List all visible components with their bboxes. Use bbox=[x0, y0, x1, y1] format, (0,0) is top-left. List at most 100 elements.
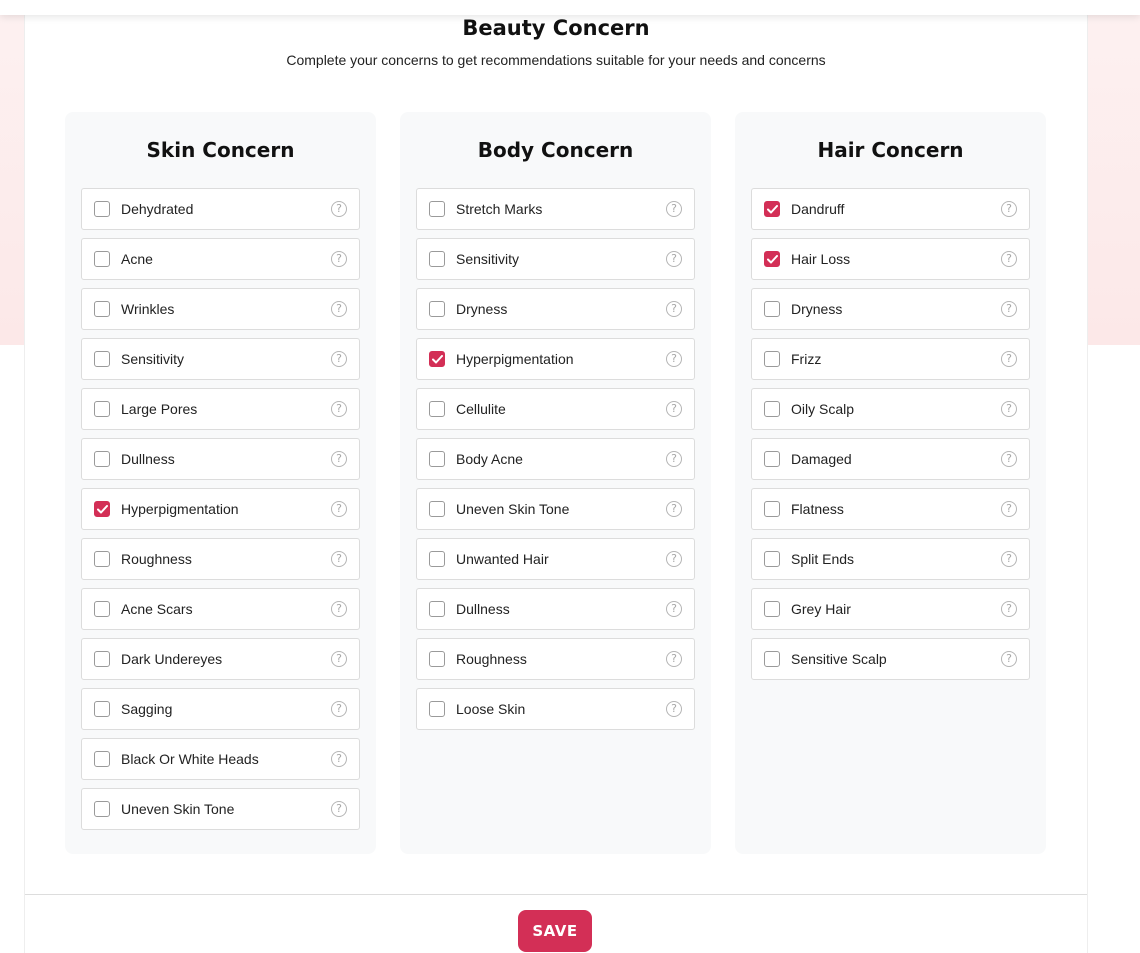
question-circle-icon[interactable]: ? bbox=[331, 301, 347, 317]
question-circle-icon[interactable]: ? bbox=[1001, 301, 1017, 317]
concern-option-cellulite[interactable]: Cellulite? bbox=[416, 388, 695, 430]
concern-option-flatness[interactable]: Flatness? bbox=[751, 488, 1030, 530]
concern-option-dullness[interactable]: Dullness? bbox=[81, 438, 360, 480]
checkbox[interactable] bbox=[764, 651, 780, 667]
question-circle-icon[interactable]: ? bbox=[1001, 501, 1017, 517]
checkbox[interactable] bbox=[94, 551, 110, 567]
checkbox[interactable] bbox=[429, 301, 445, 317]
concern-option-acne-scars[interactable]: Acne Scars? bbox=[81, 588, 360, 630]
checkbox[interactable] bbox=[94, 201, 110, 217]
question-circle-icon[interactable]: ? bbox=[331, 451, 347, 467]
concern-option-dryness[interactable]: Dryness? bbox=[416, 288, 695, 330]
checkbox[interactable] bbox=[764, 401, 780, 417]
save-button[interactable]: SAVE bbox=[518, 910, 592, 952]
question-circle-icon[interactable]: ? bbox=[331, 251, 347, 267]
checkbox[interactable] bbox=[429, 401, 445, 417]
question-circle-icon[interactable]: ? bbox=[331, 701, 347, 717]
checkbox[interactable] bbox=[429, 351, 445, 367]
checkbox[interactable] bbox=[429, 601, 445, 617]
question-circle-icon[interactable]: ? bbox=[1001, 451, 1017, 467]
question-circle-icon[interactable]: ? bbox=[666, 701, 682, 717]
checkbox[interactable] bbox=[429, 651, 445, 667]
concern-option-black-or-white-heads[interactable]: Black Or White Heads? bbox=[81, 738, 360, 780]
concern-option-dandruff[interactable]: Dandruff? bbox=[751, 188, 1030, 230]
checkbox[interactable] bbox=[94, 751, 110, 767]
checkbox[interactable] bbox=[764, 501, 780, 517]
question-circle-icon[interactable]: ? bbox=[666, 651, 682, 667]
concern-option-oily-scalp[interactable]: Oily Scalp? bbox=[751, 388, 1030, 430]
question-circle-icon[interactable]: ? bbox=[1001, 401, 1017, 417]
question-circle-icon[interactable]: ? bbox=[331, 651, 347, 667]
checkbox[interactable] bbox=[94, 701, 110, 717]
question-circle-icon[interactable]: ? bbox=[331, 751, 347, 767]
question-circle-icon[interactable]: ? bbox=[666, 301, 682, 317]
checkbox[interactable] bbox=[429, 701, 445, 717]
checkbox[interactable] bbox=[94, 601, 110, 617]
question-circle-icon[interactable]: ? bbox=[1001, 601, 1017, 617]
checkbox[interactable] bbox=[764, 301, 780, 317]
concern-option-sagging[interactable]: Sagging? bbox=[81, 688, 360, 730]
concern-option-hyperpigmentation[interactable]: Hyperpigmentation? bbox=[81, 488, 360, 530]
checkbox[interactable] bbox=[429, 451, 445, 467]
question-circle-icon[interactable]: ? bbox=[1001, 551, 1017, 567]
checkbox[interactable] bbox=[94, 801, 110, 817]
checkbox[interactable] bbox=[764, 351, 780, 367]
checkbox[interactable] bbox=[764, 601, 780, 617]
question-circle-icon[interactable]: ? bbox=[1001, 651, 1017, 667]
question-circle-icon[interactable]: ? bbox=[666, 501, 682, 517]
concern-option-sensitive-scalp[interactable]: Sensitive Scalp? bbox=[751, 638, 1030, 680]
concern-option-split-ends[interactable]: Split Ends? bbox=[751, 538, 1030, 580]
concern-option-dryness[interactable]: Dryness? bbox=[751, 288, 1030, 330]
checkbox[interactable] bbox=[764, 451, 780, 467]
question-circle-icon[interactable]: ? bbox=[331, 351, 347, 367]
question-circle-icon[interactable]: ? bbox=[331, 501, 347, 517]
checkbox[interactable] bbox=[94, 401, 110, 417]
concern-option-hair-loss[interactable]: Hair Loss? bbox=[751, 238, 1030, 280]
checkbox[interactable] bbox=[94, 451, 110, 467]
checkbox[interactable] bbox=[764, 201, 780, 217]
checkbox[interactable] bbox=[429, 201, 445, 217]
checkbox[interactable] bbox=[94, 501, 110, 517]
concern-option-sensitivity[interactable]: Sensitivity? bbox=[416, 238, 695, 280]
concern-option-hyperpigmentation[interactable]: Hyperpigmentation? bbox=[416, 338, 695, 380]
question-circle-icon[interactable]: ? bbox=[666, 551, 682, 567]
checkbox[interactable] bbox=[764, 251, 780, 267]
question-circle-icon[interactable]: ? bbox=[666, 601, 682, 617]
question-circle-icon[interactable]: ? bbox=[331, 601, 347, 617]
concern-option-roughness[interactable]: Roughness? bbox=[416, 638, 695, 680]
concern-option-damaged[interactable]: Damaged? bbox=[751, 438, 1030, 480]
concern-option-uneven-skin-tone[interactable]: Uneven Skin Tone? bbox=[416, 488, 695, 530]
concern-option-body-acne[interactable]: Body Acne? bbox=[416, 438, 695, 480]
checkbox[interactable] bbox=[764, 551, 780, 567]
question-circle-icon[interactable]: ? bbox=[1001, 351, 1017, 367]
concern-option-uneven-skin-tone[interactable]: Uneven Skin Tone? bbox=[81, 788, 360, 830]
concern-option-sensitivity[interactable]: Sensitivity? bbox=[81, 338, 360, 380]
checkbox[interactable] bbox=[429, 551, 445, 567]
question-circle-icon[interactable]: ? bbox=[1001, 251, 1017, 267]
question-circle-icon[interactable]: ? bbox=[666, 251, 682, 267]
checkbox[interactable] bbox=[94, 351, 110, 367]
concern-option-frizz[interactable]: Frizz? bbox=[751, 338, 1030, 380]
concern-option-grey-hair[interactable]: Grey Hair? bbox=[751, 588, 1030, 630]
question-circle-icon[interactable]: ? bbox=[1001, 201, 1017, 217]
question-circle-icon[interactable]: ? bbox=[666, 201, 682, 217]
concern-option-loose-skin[interactable]: Loose Skin? bbox=[416, 688, 695, 730]
checkbox[interactable] bbox=[429, 501, 445, 517]
checkbox[interactable] bbox=[94, 651, 110, 667]
concern-option-dehydrated[interactable]: Dehydrated? bbox=[81, 188, 360, 230]
concern-option-large-pores[interactable]: Large Pores? bbox=[81, 388, 360, 430]
concern-option-acne[interactable]: Acne? bbox=[81, 238, 360, 280]
checkbox[interactable] bbox=[94, 251, 110, 267]
question-circle-icon[interactable]: ? bbox=[666, 451, 682, 467]
concern-option-roughness[interactable]: Roughness? bbox=[81, 538, 360, 580]
question-circle-icon[interactable]: ? bbox=[331, 201, 347, 217]
question-circle-icon[interactable]: ? bbox=[331, 551, 347, 567]
concern-option-stretch-marks[interactable]: Stretch Marks? bbox=[416, 188, 695, 230]
question-circle-icon[interactable]: ? bbox=[331, 401, 347, 417]
checkbox[interactable] bbox=[94, 301, 110, 317]
question-circle-icon[interactable]: ? bbox=[666, 401, 682, 417]
concern-option-dullness[interactable]: Dullness? bbox=[416, 588, 695, 630]
concern-option-wrinkles[interactable]: Wrinkles? bbox=[81, 288, 360, 330]
checkbox[interactable] bbox=[429, 251, 445, 267]
question-circle-icon[interactable]: ? bbox=[331, 801, 347, 817]
